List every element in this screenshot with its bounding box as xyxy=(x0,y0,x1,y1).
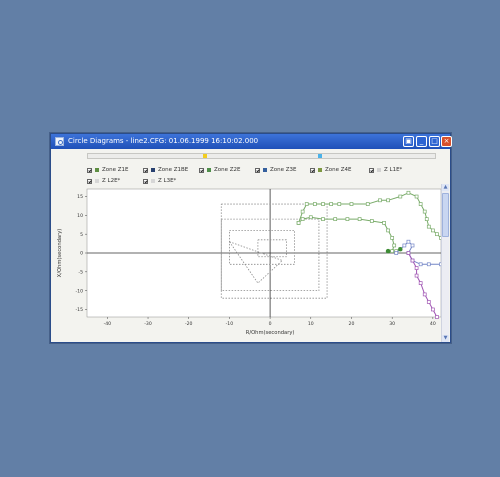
scroll-down-icon[interactable]: ▼ xyxy=(442,335,449,342)
series-5-point xyxy=(406,190,411,195)
series-1-end-point xyxy=(385,248,391,254)
series-6-point xyxy=(386,228,390,233)
series-8-point xyxy=(426,300,431,304)
series-5-point xyxy=(321,202,325,206)
x-tick-label: 30 xyxy=(389,321,395,327)
x-axis-label: R/Ohm(secondary) xyxy=(246,330,295,336)
x-tick-label: 40 xyxy=(430,321,436,327)
scroll-up-icon[interactable]: ▲ xyxy=(442,184,449,191)
series-7-point xyxy=(406,239,411,244)
plot-layer: -40 -30 -20 -10 0 10 20 30 40 -15 -10 -5 0 5 10 15 R/Ohm… xyxy=(57,188,443,336)
series-8-point xyxy=(410,258,415,263)
series-8-point xyxy=(431,307,435,312)
series-5-point xyxy=(386,198,390,203)
series-5-point xyxy=(414,194,419,199)
y-tick-label: 5 xyxy=(80,232,83,238)
y-tick-label: -15 xyxy=(75,307,83,313)
series-7-point xyxy=(426,262,431,267)
series-8-point xyxy=(422,292,427,297)
y-tick-label: -5 xyxy=(78,270,83,276)
series-8-point xyxy=(435,315,439,319)
series-6-point xyxy=(321,217,325,221)
series-5-point xyxy=(422,209,427,214)
series-7-point xyxy=(402,243,407,248)
series-6-point xyxy=(296,221,301,225)
series-5-point xyxy=(426,224,431,229)
scroll-thumb[interactable] xyxy=(442,193,449,237)
y-tick-label: 0 xyxy=(80,251,83,257)
x-tick-label: -10 xyxy=(226,321,234,327)
series-5-point xyxy=(365,202,370,206)
series-5-point xyxy=(435,232,439,237)
circle-diagrams-window: Circle Diagrams - line2.CFG: 01.06.1999 … xyxy=(50,133,452,343)
y-tick-label: 10 xyxy=(77,213,83,219)
series-6-point xyxy=(333,217,338,221)
vertical-scrollbar[interactable]: ▲ ▼ xyxy=(441,184,449,342)
x-tick-label: -40 xyxy=(104,321,112,327)
series-5-point xyxy=(329,202,333,206)
series-5-point xyxy=(300,209,305,214)
y-tick-label: 15 xyxy=(77,194,83,200)
x-tick-label: -30 xyxy=(144,321,152,327)
x-tick-label: 0 xyxy=(269,321,272,327)
series-8-point xyxy=(418,281,423,285)
series-7-point xyxy=(410,243,415,248)
y-tick-label: -10 xyxy=(75,288,83,294)
series-5-point xyxy=(378,198,382,203)
series-6-point xyxy=(300,217,305,221)
series-8-point xyxy=(414,266,419,270)
series-5-point xyxy=(304,202,309,206)
series-5-point xyxy=(313,202,317,206)
series-6-point xyxy=(382,221,386,225)
series-1-end-point-2 xyxy=(398,247,403,252)
series-5-point xyxy=(431,228,435,233)
x-tick-label: 10 xyxy=(308,321,314,327)
series-8-point xyxy=(414,273,419,278)
series-5-point xyxy=(424,217,429,221)
x-tick-label: 20 xyxy=(349,321,355,327)
series-8-point xyxy=(406,251,411,255)
y-axis-label: X/Ohm(secondary) xyxy=(57,229,63,278)
series-7-point xyxy=(394,251,399,255)
series-6-point xyxy=(308,215,313,220)
series-6-point xyxy=(390,236,395,240)
x-tick-label: -20 xyxy=(185,321,193,327)
series-6-point xyxy=(369,219,374,223)
series-6-point xyxy=(390,249,395,253)
series-5-point xyxy=(398,194,403,199)
series-6-point xyxy=(357,217,362,221)
series-5-point xyxy=(418,202,423,206)
series-6-point xyxy=(345,217,350,221)
series-6-point xyxy=(392,243,397,248)
circle-diagram-chart: -40 -30 -20 -10 0 10 20 30 40 -15 -10 -5 0 5 10 15 R/Ohm… xyxy=(57,188,443,336)
series-5-point xyxy=(349,202,354,206)
series-7-point xyxy=(418,262,423,267)
series-5-point xyxy=(337,202,342,206)
